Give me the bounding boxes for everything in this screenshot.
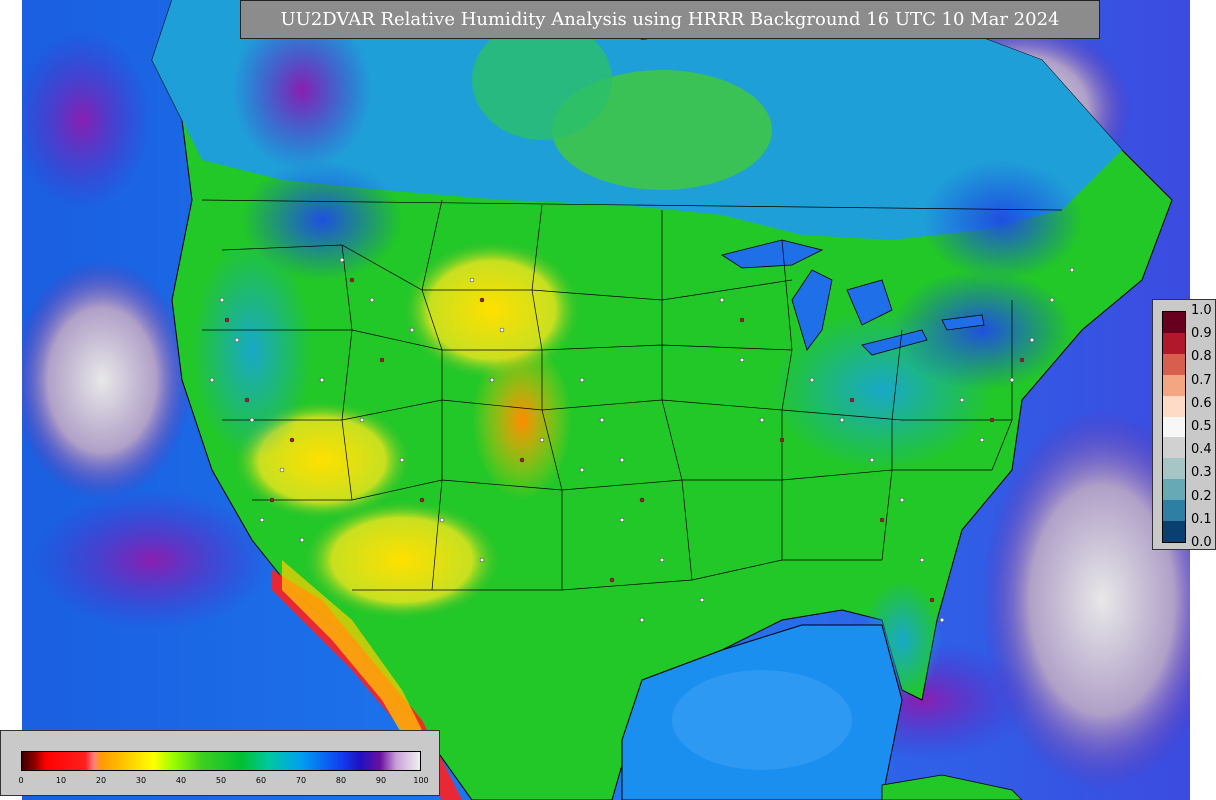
error-colorbar-tick: 0.2 (1191, 488, 1212, 504)
high-plains-dry (472, 340, 572, 500)
error-colorbar-tick: 1.0 (1191, 303, 1212, 318)
rh-colorbar-tick: 70 (295, 776, 307, 785)
error-colorbar-tick: 0.3 (1191, 465, 1212, 481)
error-colorbar-segment (1163, 312, 1185, 333)
error-colorbar-segment (1163, 332, 1185, 354)
southwest-dry (302, 500, 502, 620)
error-colorbar-segment (1163, 479, 1185, 501)
error-colorbar: 0.0 0.1 0.2 0.3 0.4 0.5 0.6 0.7 0.8 0.9 1.0 (1152, 299, 1216, 550)
error-colorbar-tick: 0.7 (1191, 372, 1212, 388)
map-title: UU2DVAR Relative Humidity Analysis using… (240, 0, 1100, 39)
northeast-moist (892, 270, 1072, 390)
error-colorbar-segment (1163, 458, 1185, 480)
error-colorbar-tick: 0.5 (1191, 419, 1212, 434)
rh-colorbar-tick: 0 (18, 776, 24, 785)
map-canvas (22, 0, 1190, 800)
gulf-moist-area (672, 670, 852, 770)
error-colorbar-tick: 0.6 (1191, 395, 1212, 411)
rh-colorbar: 0 10 20 30 40 50 60 70 80 90 100 (0, 730, 440, 796)
error-colorbar-tick: 0.4 (1191, 442, 1212, 458)
error-colorbar-segment (1163, 500, 1185, 522)
northwest-moist (242, 160, 402, 280)
rh-colorbar-tick: 30 (135, 776, 147, 785)
error-colorbar-segment (1163, 353, 1185, 375)
rh-colorbar-tick: 60 (255, 776, 267, 785)
rh-colorbar-tick: 80 (335, 776, 347, 785)
error-colorbar-segment (1163, 437, 1185, 459)
rh-colorbar-tick: 100 (413, 776, 429, 785)
error-colorbar-tick: 0.8 (1191, 349, 1212, 365)
error-colorbar-tick: 0.0 (1191, 535, 1212, 550)
error-colorbar-tick: 0.1 (1191, 511, 1212, 527)
humidity-map (22, 0, 1190, 800)
rh-colorbar-tick: 50 (215, 776, 227, 785)
error-colorbar-segment (1163, 395, 1185, 417)
error-colorbar-segment (1163, 521, 1185, 542)
rh-colorbar-scale (21, 751, 421, 771)
error-colorbar-segment (1163, 374, 1185, 396)
error-colorbar-segment (1163, 416, 1185, 438)
error-colorbar-tick: 0.9 (1191, 326, 1212, 342)
rh-colorbar-tick: 20 (95, 776, 107, 785)
rh-colorbar-tick: 40 (175, 776, 187, 785)
error-colorbar-scale (1162, 311, 1186, 543)
rh-colorbar-tick: 90 (375, 776, 387, 785)
rh-colorbar-tick: 10 (55, 776, 67, 785)
quebec-moist-area (922, 160, 1082, 280)
